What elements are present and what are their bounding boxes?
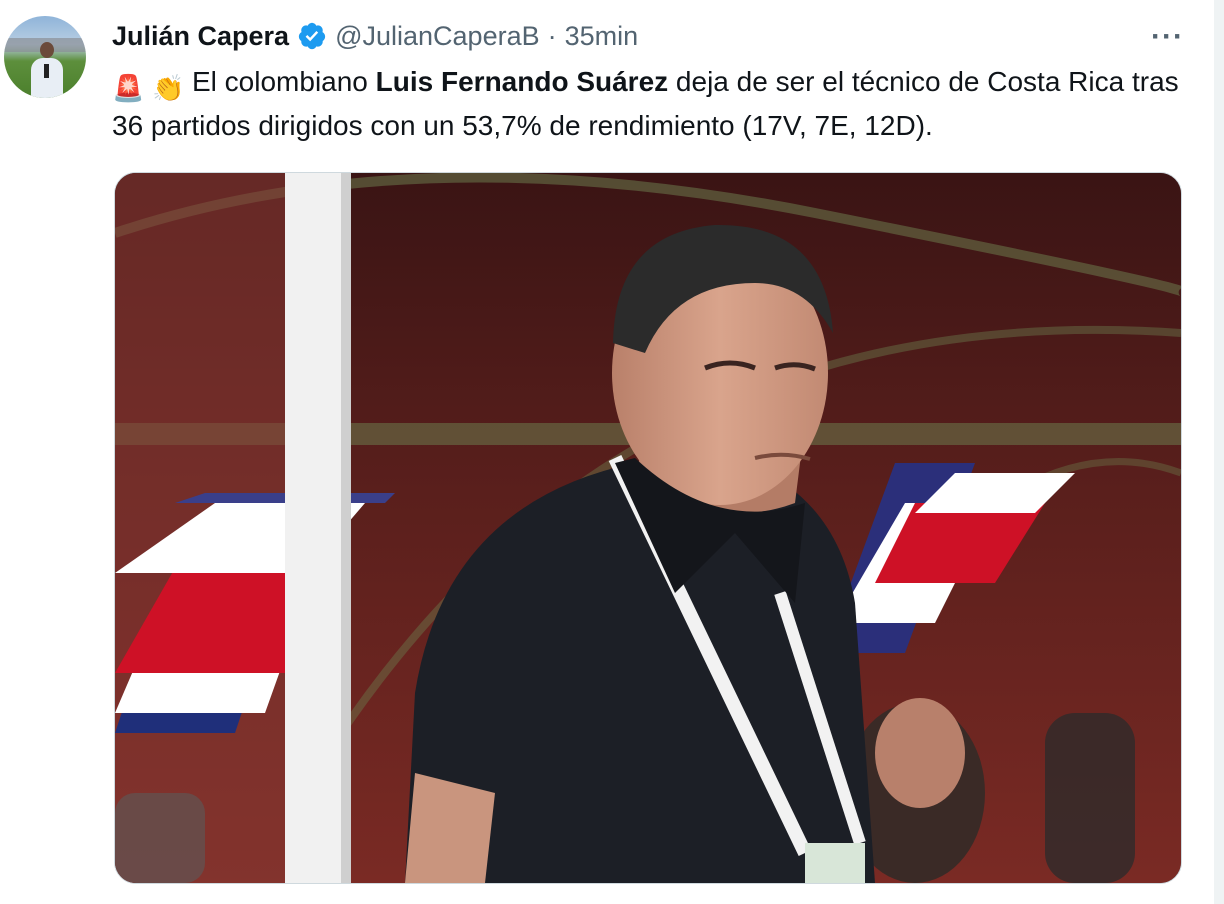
clapping-hands-icon: 👏 bbox=[152, 73, 185, 103]
avatar-microphone bbox=[44, 64, 49, 78]
author-handle[interactable]: @JulianCaperaB bbox=[335, 21, 540, 52]
tweet-header: Julián Capera @JulianCaperaB · 35min bbox=[112, 18, 638, 54]
tweet-text: 🚨 👏 El colombiano Luis Fernando Suárez dej… bbox=[112, 60, 1202, 148]
coach-photo bbox=[115, 173, 1181, 883]
tweet-text-part-1: El colombiano bbox=[192, 66, 376, 97]
author-avatar[interactable] bbox=[4, 16, 86, 98]
tweet-text-bold-name: Luis Fernando Suárez bbox=[375, 66, 669, 97]
author-name[interactable]: Julián Capera bbox=[112, 21, 289, 52]
more-options-icon[interactable]: ··· bbox=[1151, 20, 1184, 54]
tweet-timestamp[interactable]: 35min bbox=[565, 21, 639, 52]
separator-dot: · bbox=[547, 20, 557, 51]
tweet-card[interactable]: Julián Capera @JulianCaperaB · 35min ···… bbox=[0, 0, 1224, 904]
siren-icon: 🚨 bbox=[112, 73, 145, 103]
page-divider bbox=[1214, 0, 1224, 904]
avatar-person-head bbox=[40, 42, 54, 58]
white-pole bbox=[285, 173, 349, 883]
verified-badge-icon[interactable] bbox=[297, 21, 327, 51]
tweet-photo[interactable] bbox=[114, 172, 1182, 884]
